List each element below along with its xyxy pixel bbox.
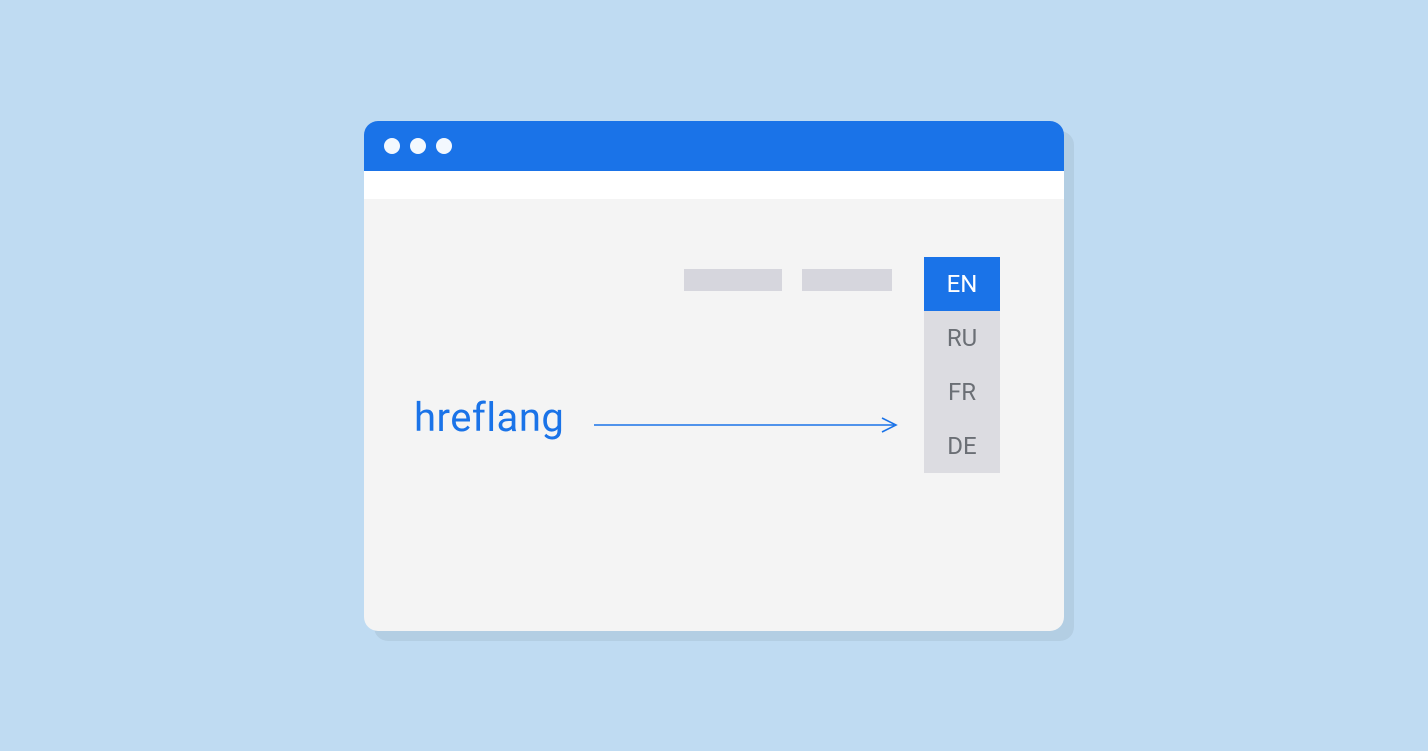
url-strip [364,171,1064,199]
window-control-dot [384,138,400,154]
arrow-icon [594,415,914,435]
lang-option-en[interactable]: EN [924,257,1000,311]
window-control-dot [410,138,426,154]
lang-option-ru[interactable]: RU [924,311,1000,365]
lang-option-fr[interactable]: FR [924,365,1000,419]
language-dropdown[interactable]: EN RU FR DE [924,257,1000,473]
lang-option-de[interactable]: DE [924,419,1000,473]
content-area: EN RU FR DE hreflang [364,199,1064,631]
window-control-dot [436,138,452,154]
browser-window-illustration: EN RU FR DE hreflang [364,121,1064,631]
concept-label: hreflang [414,394,564,441]
nav-placeholder [802,269,892,291]
titlebar [364,121,1064,171]
nav-placeholder [684,269,782,291]
